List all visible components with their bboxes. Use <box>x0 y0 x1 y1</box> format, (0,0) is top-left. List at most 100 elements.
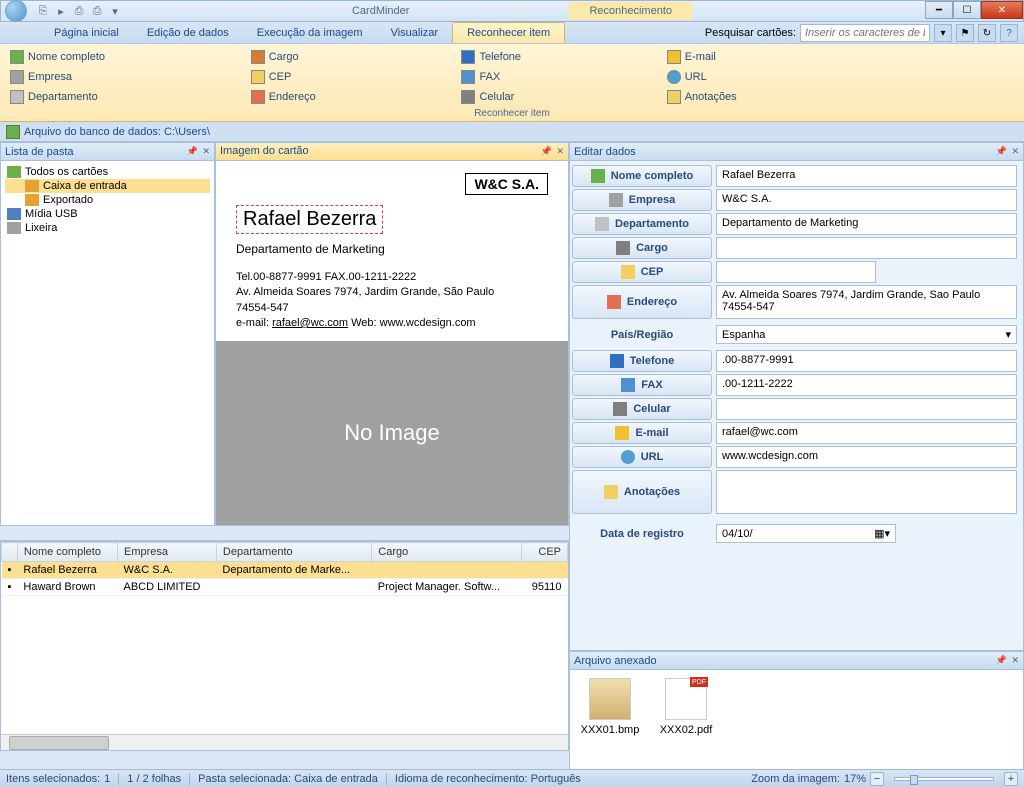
zoom-value: 17% <box>844 773 866 785</box>
col-department[interactable]: Departamento <box>216 543 371 562</box>
zoom-out-button[interactable]: − <box>870 772 884 786</box>
col-zip[interactable]: CEP <box>521 543 567 562</box>
select-country[interactable]: Espanha▾ <box>716 325 1017 344</box>
field-btn-url[interactable]: URL <box>572 446 712 468</box>
qat-print-icon[interactable]: ⎙ <box>71 3 87 19</box>
refresh-icon[interactable]: ↻ <box>978 24 996 42</box>
close-panel-icon[interactable]: ✕ <box>1011 146 1019 157</box>
input-reg-date[interactable]: 04/10/▦▾ <box>716 524 896 543</box>
ribbon-full-name[interactable]: Nome completo <box>10 48 237 66</box>
ribbon-zip[interactable]: CEP <box>251 68 448 86</box>
ribbon-mobile[interactable]: Celular <box>461 88 652 106</box>
tree-trash[interactable]: Lixeira <box>5 221 210 235</box>
field-btn-address[interactable]: Endereço <box>572 285 712 319</box>
pin-icon[interactable]: 📌 <box>996 655 1007 666</box>
field-btn-fax[interactable]: FAX <box>572 374 712 396</box>
table-row[interactable]: ▪Rafael BezerraW&C S.A.Departamento de M… <box>2 562 568 579</box>
tab-image-exec[interactable]: Execução da imagem <box>243 23 377 43</box>
maximize-button[interactable]: ☐ <box>953 1 981 19</box>
card-image-viewer[interactable]: W&C S.A. Rafael Bezerra Departamento de … <box>216 161 568 525</box>
ribbon-title[interactable]: Cargo <box>251 48 448 66</box>
pdf-thumbnail-icon: PDF <box>665 678 707 720</box>
ribbon-notes[interactable]: Anotações <box>667 88 869 106</box>
window-title: CardMinder <box>332 2 429 20</box>
zoom-in-button[interactable]: + <box>1004 772 1018 786</box>
tree-inbox[interactable]: Caixa de entrada <box>5 179 210 193</box>
search-dropdown-icon[interactable]: ▾ <box>934 24 952 42</box>
ribbon-url[interactable]: URL <box>667 68 869 86</box>
search-input[interactable] <box>800 24 930 42</box>
briefcase-icon <box>251 50 265 64</box>
tree-exported[interactable]: Exportado <box>5 193 210 207</box>
input-email[interactable]: rafael@wc.com <box>716 422 1017 444</box>
database-path-bar: Arquivo do banco de dados: C:\Users\ <box>0 122 1024 142</box>
input-notes[interactable] <box>716 470 1017 514</box>
input-url[interactable]: www.wcdesign.com <box>716 446 1017 468</box>
input-fax[interactable]: .00-1211-2222 <box>716 374 1017 396</box>
table-row[interactable]: ▪Haward BrownABCD LIMITEDProject Manager… <box>2 579 568 596</box>
input-phone[interactable]: .00-8877-9991 <box>716 350 1017 372</box>
ribbon-phone[interactable]: Telefone <box>461 48 652 66</box>
dept-icon <box>595 217 609 231</box>
field-btn-phone[interactable]: Telefone <box>572 350 712 372</box>
status-bar: Itens selecionados: 1 1 / 2 folhas Pasta… <box>0 769 1024 787</box>
close-button[interactable]: ✕ <box>981 1 1023 19</box>
qat-btn-1[interactable]: ⎘ <box>35 3 51 19</box>
notes-icon <box>604 485 618 499</box>
tree-usb-media[interactable]: Mídia USB <box>5 207 210 221</box>
qat-btn-4[interactable]: ⎙ <box>89 3 105 19</box>
zoom-slider[interactable] <box>894 777 994 781</box>
ribbon-department[interactable]: Departamento <box>10 88 237 106</box>
field-btn-company[interactable]: Empresa <box>572 189 712 211</box>
col-company[interactable]: Empresa <box>117 543 216 562</box>
ribbon-company[interactable]: Empresa <box>10 68 237 86</box>
pin-icon[interactable]: 📌 <box>187 146 198 157</box>
fax-icon <box>621 378 635 392</box>
field-btn-zip[interactable]: CEP <box>572 261 712 283</box>
ribbon-fax[interactable]: FAX <box>461 68 652 86</box>
input-zip[interactable] <box>716 261 876 283</box>
tab-view[interactable]: Visualizar <box>377 23 453 43</box>
input-address[interactable]: Av. Almeida Soares 7974, Jardim Grande, … <box>716 285 1017 319</box>
tree-all-cards[interactable]: Todos os cartões <box>5 165 210 179</box>
field-btn-title[interactable]: Cargo <box>572 237 712 259</box>
tab-home[interactable]: Página inicial <box>40 23 133 43</box>
close-panel-icon[interactable]: ✕ <box>556 146 564 157</box>
ribbon-address[interactable]: Endereço <box>251 88 448 106</box>
col-title[interactable]: Cargo <box>372 543 521 562</box>
field-btn-full-name[interactable]: Nome completo <box>572 165 712 187</box>
minimize-button[interactable]: ━ <box>925 1 953 19</box>
notes-icon <box>667 90 681 104</box>
pin-icon[interactable]: 📌 <box>996 146 1007 157</box>
folder-tree: Todos os cartões Caixa de entrada Export… <box>1 161 214 525</box>
attachment-item[interactable]: PDF XXX02.pdf <box>654 678 718 762</box>
field-btn-department[interactable]: Departamento <box>572 213 712 235</box>
attachment-item[interactable]: XXX01.bmp <box>578 678 642 762</box>
app-orb-button[interactable] <box>5 0 27 22</box>
trash-icon <box>7 222 21 234</box>
pin-icon[interactable]: 📌 <box>541 146 552 157</box>
qat-btn-2[interactable]: ▸ <box>53 3 69 19</box>
col-name[interactable]: Nome completo <box>17 543 117 562</box>
tab-recognize-item[interactable]: Reconhecer item <box>452 22 565 43</box>
help-icon[interactable]: ? <box>1000 24 1018 42</box>
input-full-name[interactable]: Rafael Bezerra <box>716 165 1017 187</box>
qat-dropdown-icon[interactable]: ▾ <box>107 3 123 19</box>
input-title[interactable] <box>716 237 1017 259</box>
zoom-label: Zoom da imagem: <box>751 773 840 785</box>
search-go-icon[interactable]: ⚑ <box>956 24 974 42</box>
input-department[interactable]: Departamento de Marketing <box>716 213 1017 235</box>
field-btn-notes[interactable]: Anotações <box>572 470 712 514</box>
tab-edit-data[interactable]: Edição de dados <box>133 23 243 43</box>
input-company[interactable]: W&C S.A. <box>716 189 1017 211</box>
attachment-name: XXX02.pdf <box>654 724 718 736</box>
field-btn-email[interactable]: E-mail <box>572 422 712 444</box>
close-panel-icon[interactable]: ✕ <box>202 146 210 157</box>
close-panel-icon[interactable]: ✕ <box>1011 655 1019 666</box>
status-folder: Pasta selecionada: Caixa de entrada <box>198 773 378 785</box>
horizontal-scrollbar[interactable] <box>1 734 568 750</box>
ribbon-email[interactable]: E-mail <box>667 48 869 66</box>
card-company: W&C S.A. <box>465 173 548 195</box>
input-mobile[interactable] <box>716 398 1017 420</box>
field-btn-mobile[interactable]: Celular <box>572 398 712 420</box>
